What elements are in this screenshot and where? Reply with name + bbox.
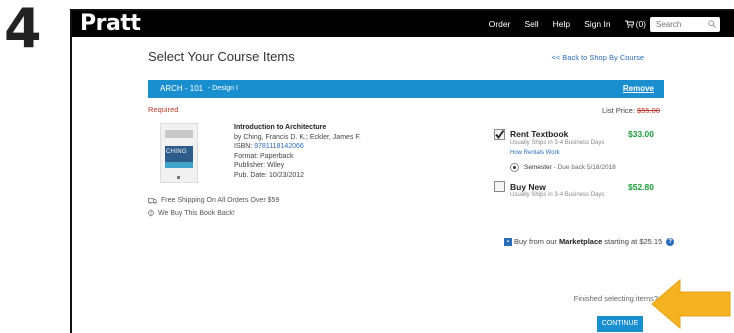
continue-button[interactable]: CONTINUE bbox=[597, 316, 643, 332]
list-price-label: List Price: bbox=[602, 106, 635, 115]
rent-price: $33.00 bbox=[628, 129, 654, 139]
free-shipping-perk: Free Shipping On All Orders Over $59 bbox=[148, 197, 279, 204]
buyback-perk: We Buy This Book Back! bbox=[148, 209, 235, 217]
truck-icon bbox=[148, 197, 157, 204]
free-shipping-text: Free Shipping On All Orders Over $59 bbox=[161, 197, 280, 204]
how-rentals-work-link[interactable]: How Rentals Work bbox=[510, 150, 560, 156]
cover-illustration bbox=[165, 130, 193, 138]
semester-label: Semester bbox=[524, 164, 552, 171]
cover-title-text: CHING bbox=[166, 149, 187, 155]
orange-arrow-icon bbox=[651, 278, 731, 330]
book-publisher: Publisher: Wiley bbox=[234, 162, 285, 170]
search-box[interactable] bbox=[650, 17, 720, 32]
finished-selecting-text: Finished selecting items? bbox=[573, 294, 658, 303]
info-icon[interactable]: ? bbox=[666, 237, 675, 246]
book-pub-date: Pub. Date: 10/23/2012 bbox=[234, 171, 305, 179]
rent-textbook-label[interactable]: Rent Textbook bbox=[510, 129, 568, 139]
isbn-link[interactable]: 9781118142066 bbox=[254, 143, 304, 150]
search-icon[interactable] bbox=[708, 20, 716, 28]
dollar-tag-icon bbox=[148, 209, 154, 217]
step-number: 4 bbox=[4, 0, 42, 60]
book-cover-image[interactable]: CHING bbox=[160, 123, 198, 183]
rent-ship-note: Usually Ships in 3-4 Business Days bbox=[510, 140, 605, 146]
marketplace-prefix: Buy from our bbox=[514, 237, 557, 246]
radio-selected-dot bbox=[513, 166, 516, 169]
required-label: Required bbox=[148, 105, 179, 114]
buy-ship-note: Usually Ships in 3-4 Business Days bbox=[510, 192, 605, 198]
book-isbn: ISBN: 9781118142066 bbox=[234, 142, 361, 152]
search-input[interactable] bbox=[656, 20, 704, 29]
cover-publisher-mark bbox=[177, 176, 180, 179]
back-to-shop-link[interactable]: << Back to Shop By Course bbox=[551, 53, 644, 62]
top-navigation-bar: Pratt Order Sell Help Sign In (0) bbox=[72, 11, 734, 37]
semester-option: Semester - Due back 5/18/2018 bbox=[524, 164, 616, 171]
rent-textbook-checkbox[interactable] bbox=[494, 129, 505, 140]
semester-radio[interactable] bbox=[510, 163, 519, 172]
book-format: Format: Paperback bbox=[234, 152, 294, 160]
course-code: ARCH - 101 bbox=[160, 84, 204, 93]
book-author: by Ching, Francis D. K.; Eckler, James F… bbox=[234, 133, 361, 141]
nav-sign-in[interactable]: Sign In bbox=[584, 19, 610, 29]
marketplace-name[interactable]: Marketplace bbox=[559, 237, 602, 246]
buy-new-price: $52.80 bbox=[628, 182, 654, 192]
isbn-label: ISBN: bbox=[234, 143, 253, 151]
buy-new-checkbox[interactable] bbox=[494, 181, 505, 192]
buyback-text: We Buy This Book Back! bbox=[158, 209, 235, 217]
pratt-logo[interactable]: Pratt bbox=[80, 12, 141, 36]
semester-due-date: - Due back 5/18/2018 bbox=[553, 164, 616, 171]
marketplace-icon: ▪ bbox=[504, 237, 512, 246]
marketplace-offer[interactable]: ▪ Buy from our Marketplace starting at $… bbox=[504, 237, 675, 246]
page-title: Select Your Course Items bbox=[148, 49, 295, 64]
list-price: List Price: $55.00 bbox=[602, 106, 660, 115]
book-details: Introduction to Architecture by Ching, F… bbox=[234, 123, 361, 181]
main-nav: Order Sell Help Sign In (0) bbox=[489, 11, 646, 37]
course-header-bar: ARCH - 101 - Design I Remove bbox=[148, 80, 664, 98]
buy-new-label[interactable]: Buy New bbox=[510, 182, 546, 192]
nav-order[interactable]: Order bbox=[489, 19, 511, 29]
cart-icon bbox=[624, 20, 634, 28]
nav-sell[interactable]: Sell bbox=[524, 19, 538, 29]
list-price-value: $55.00 bbox=[637, 106, 660, 115]
book-title: Introduction to Architecture bbox=[234, 124, 327, 131]
cover-subband bbox=[165, 162, 193, 168]
nav-help[interactable]: Help bbox=[553, 19, 570, 29]
cart-count: (0) bbox=[635, 19, 646, 29]
cart-button[interactable]: (0) bbox=[624, 19, 646, 29]
marketplace-price: starting at $25.15 bbox=[604, 237, 663, 246]
course-name: - Design I bbox=[208, 85, 238, 92]
remove-course-link[interactable]: Remove bbox=[623, 84, 654, 93]
checkmark-icon bbox=[495, 129, 505, 139]
browser-frame: Pratt Order Sell Help Sign In (0) Select… bbox=[70, 9, 734, 333]
